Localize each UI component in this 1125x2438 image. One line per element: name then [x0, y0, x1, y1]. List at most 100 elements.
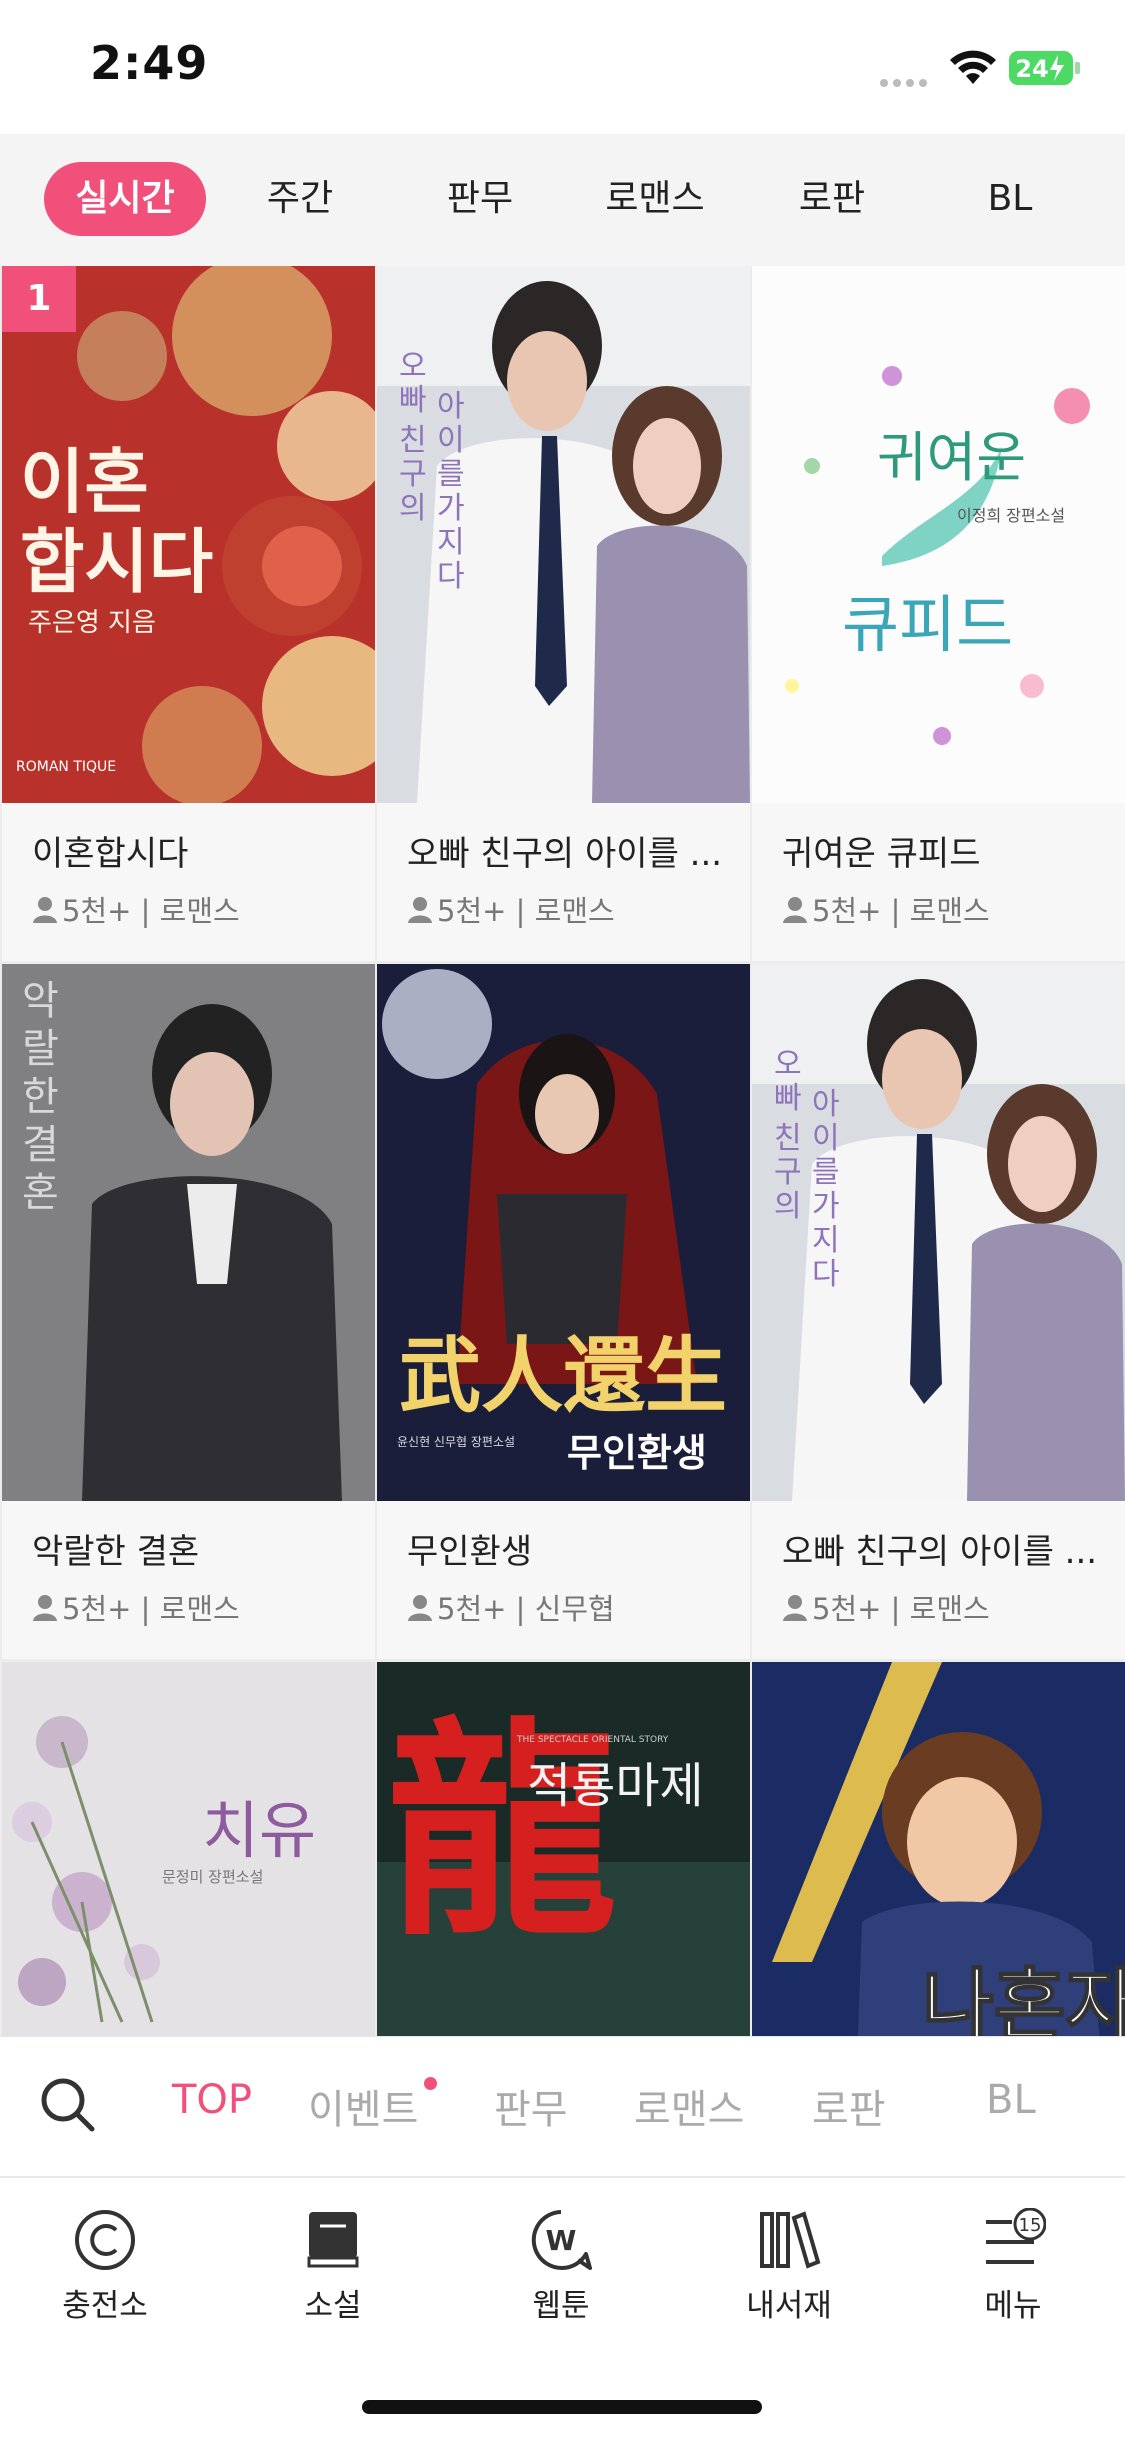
webtoon-w-icon: W [531, 2210, 592, 2270]
cover-author: 문정미 장편소설 [162, 1868, 263, 1886]
cover-author: 주은영 지음 [28, 608, 156, 638]
book-card[interactable]: 武人還生 무인환생 윤신현 신무협 장편소설 무인환생 5천+ | 신무협 [377, 964, 750, 1659]
reader-count: 5천+ [437, 1592, 507, 1626]
svg-text:이: 이 [812, 1121, 840, 1156]
coin-c-icon [75, 2210, 135, 2270]
home-indicator [362, 2400, 762, 2414]
svg-text:아: 아 [437, 389, 465, 424]
reader-count: 5천+ [812, 894, 882, 928]
book-title: 무인환생 [407, 1532, 533, 1572]
book-card[interactable]: 龍 적룡마제 THE SPECTACLE ORIENTAL STORY [377, 1662, 750, 2036]
book-cover: 龍 적룡마제 THE SPECTACLE ORIENTAL STORY [377, 1662, 750, 2036]
search-icon[interactable] [38, 2075, 98, 2135]
cover-title: 무인환생 [567, 1431, 707, 1475]
category-romance[interactable]: 로맨스 [634, 2077, 744, 2135]
svg-text:구: 구 [774, 1155, 802, 1190]
svg-text:이: 이 [437, 423, 465, 458]
tab-label: 내서재 [746, 2288, 832, 2324]
battery-icon: 24 [1009, 51, 1080, 85]
book-meta: 5천+ | 로맨스 [32, 888, 240, 930]
book-meta: 5천+ | 신무협 [407, 1586, 615, 1628]
book-card[interactable]: 악랄한 결혼 악랄한 결혼 5천+ | 로맨스 [2, 964, 375, 1659]
genre-tab-romance-fantasy[interactable]: 로판 [772, 162, 892, 236]
book-grid: 이혼 합시다 주은영 지음 ROMAN TIQUE 1 이혼합시다 5천+ | … [0, 266, 1125, 2036]
person-icon [783, 897, 807, 923]
genre-tab-bl[interactable]: BL [950, 162, 1070, 236]
book-card[interactable]: 오빠 친구의 아이를 가지다 오빠 친구의 아이를 ... 5천+ | 로맨스 [377, 266, 750, 961]
tab-webtoon[interactable]: W 웹툰 [486, 2208, 636, 2325]
book-title: 귀여운 큐피드 [782, 834, 981, 874]
status-bar: 2:49 24 [0, 0, 1125, 134]
category-fantasy[interactable]: 판무 [494, 2077, 568, 2135]
svg-text:를: 를 [437, 457, 465, 492]
genre-tab-fantasy[interactable]: 판무 [420, 162, 540, 236]
svg-text:의: 의 [774, 1189, 802, 1224]
cover-author: 윤신현 신무협 장편소설 [397, 1435, 515, 1449]
category-bar: TOP 이벤트 판무 로맨스 로판 BL [0, 2036, 1125, 2177]
genre-tab-weekly[interactable]: 주간 [240, 162, 360, 236]
book-title: 오빠 친구의 아이를 ... [407, 834, 723, 874]
book-card[interactable]: 귀여운 큐피드 이정희 장편소설 귀여운 큐피드 5천+ | 로맨스 [752, 266, 1125, 961]
category-romance-fantasy[interactable]: 로판 [812, 2077, 886, 2135]
svg-text:오: 오 [774, 1047, 802, 1082]
cover-title: 적룡마제 [527, 1758, 704, 1814]
svg-text:빠: 빠 [399, 383, 427, 418]
tab-menu[interactable]: 15 메뉴 [938, 2208, 1088, 2325]
book-cover: 이혼 합시다 주은영 지음 ROMAN TIQUE 1 [2, 266, 375, 803]
menu-icon: 15 [986, 2208, 1046, 2264]
reader-count: 5천+ [812, 1592, 882, 1626]
tab-charge[interactable]: 충전소 [30, 2208, 180, 2325]
book-genre: 로맨스 [159, 1592, 240, 1626]
tab-novel[interactable]: 소설 [258, 2208, 408, 2325]
svg-text:를: 를 [812, 1155, 840, 1190]
book-cover: 오빠 친구의 아이를 가지다 [752, 964, 1125, 1501]
person-icon [783, 1595, 807, 1621]
svg-text:다: 다 [437, 559, 465, 594]
person-icon [33, 897, 57, 923]
reader-count: 5천+ [437, 894, 507, 928]
genre-tab-romance[interactable]: 로맨스 [590, 162, 720, 236]
svg-text:결: 결 [22, 1122, 59, 1168]
book-title: 오빠 친구의 아이를 ... [782, 1532, 1098, 1572]
svg-text:가: 가 [812, 1189, 840, 1224]
book-card[interactable]: 오빠 친구의 아이를 가지다 오빠 친구의 아이를 ... 5천+ | 로맨스 [752, 964, 1125, 1659]
cover-publisher: ROMAN TIQUE [16, 759, 116, 775]
svg-text:구: 구 [399, 457, 427, 492]
category-top[interactable]: TOP [172, 2077, 252, 2123]
book-genre: 로맨스 [909, 1592, 990, 1626]
reader-count: 5천+ [62, 894, 132, 928]
category-event[interactable]: 이벤트 [308, 2077, 418, 2135]
book-cover: 武人還生 무인환생 윤신현 신무협 장편소설 [377, 964, 750, 1501]
book-cover: 귀여운 큐피드 이정희 장편소설 [752, 266, 1125, 803]
book-card[interactable]: 나혼자 [752, 1662, 1125, 2036]
book-cover: 치유 문정미 장편소설 [2, 1662, 375, 2036]
svg-text:친: 친 [774, 1121, 802, 1156]
svg-text:가: 가 [437, 491, 465, 526]
svg-text:한: 한 [22, 1074, 59, 1120]
cover-title: 나혼자 [922, 1961, 1125, 2036]
library-icon [760, 2211, 821, 2269]
svg-text:W: W [546, 2224, 577, 2257]
book-cover: 오빠 친구의 아이를 가지다 [377, 266, 750, 803]
cover-title-vertical: 악랄한 결혼 [22, 978, 59, 1216]
cellular-signal-icon [880, 72, 932, 87]
rank-badge: 1 [2, 266, 76, 332]
book-genre: 로맨스 [159, 894, 240, 928]
tab-library[interactable]: 내서재 [714, 2208, 864, 2325]
category-bl[interactable]: BL [986, 2077, 1036, 2123]
genre-tab-realtime[interactable]: 실시간 [44, 162, 206, 236]
svg-text:빠: 빠 [774, 1081, 802, 1116]
tab-label: 소설 [304, 2288, 362, 2324]
new-indicator-dot [424, 2077, 437, 2090]
book-card[interactable]: 이혼 합시다 주은영 지음 ROMAN TIQUE 1 이혼합시다 5천+ | … [2, 266, 375, 961]
book-card[interactable]: 치유 문정미 장편소설 [2, 1662, 375, 2036]
svg-text:악: 악 [22, 978, 59, 1024]
book-title: 이혼합시다 [32, 834, 189, 874]
svg-text:지: 지 [812, 1223, 840, 1258]
cover-title-line1: 이혼 [20, 440, 149, 523]
book-meta: 5천+ | 로맨스 [782, 888, 990, 930]
svg-text:아: 아 [812, 1087, 840, 1122]
cover-author: 이정희 장편소설 [957, 506, 1065, 525]
genre-tabs: 실시간 주간 판무 로맨스 로판 BL [0, 134, 1125, 266]
book-cover: 나혼자 [752, 1662, 1125, 2036]
